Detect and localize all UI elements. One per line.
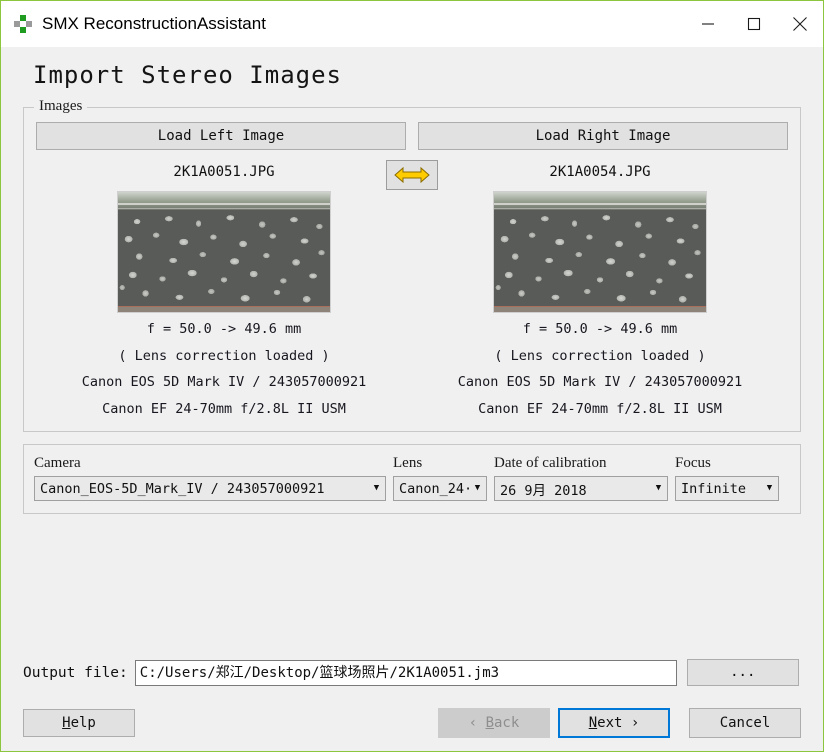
date-field: Date of calibration 26 9月 2018 ▼	[494, 455, 668, 501]
output-file-row: Output file: C:/Users/郑江/Desktop/篮球场照片/2…	[23, 659, 801, 686]
close-icon	[792, 16, 808, 32]
help-button[interactable]: Help	[23, 709, 135, 737]
back-button[interactable]: ‹ Back	[438, 708, 550, 738]
load-right-image-button[interactable]: Load Right Image	[418, 122, 788, 150]
maximize-icon	[747, 17, 761, 31]
right-file-name: 2K1A0054.JPG	[412, 162, 788, 182]
lens-field: Lens Canon_24· ▼	[393, 455, 487, 501]
lens-value: Canon_24·	[399, 481, 469, 497]
chevron-down-icon: ▼	[469, 484, 486, 493]
load-left-image-button[interactable]: Load Left Image	[36, 122, 406, 150]
left-image-pane: 2K1A0051.JPG f = 50.0 -> 49.6 mm ( Lens …	[36, 162, 412, 419]
swap-images-button[interactable]	[386, 160, 438, 190]
date-value: 26 9月 2018	[500, 479, 650, 499]
right-camera-line: Canon EOS 5D Mark IV / 243057000921	[412, 372, 788, 393]
image-panes: 2K1A0051.JPG f = 50.0 -> 49.6 mm ( Lens …	[36, 162, 788, 419]
left-file-name: 2K1A0051.JPG	[36, 162, 412, 182]
back-mnemonic: B	[486, 715, 494, 731]
images-group: Images Load Left Image Load Right Image …	[23, 107, 801, 432]
next-mnemonic: N	[589, 715, 597, 731]
next-suffix: ›	[622, 715, 639, 731]
dialog-footer: Help ‹ Back Next › Cancel	[1, 695, 823, 751]
title-bar: SMX ReconstructionAssistant	[1, 1, 823, 47]
chevron-down-icon: ▼	[761, 484, 778, 493]
date-select[interactable]: 26 9月 2018 ▼	[494, 476, 668, 501]
maximize-button[interactable]	[731, 2, 777, 46]
window-title: SMX ReconstructionAssistant	[42, 14, 266, 34]
camera-select[interactable]: Canon_EOS-5D_Mark_IV / 243057000921 ▼	[34, 476, 386, 501]
calibration-row: Camera Canon_EOS-5D_Mark_IV / 2430570009…	[34, 455, 790, 501]
lens-select[interactable]: Canon_24· ▼	[393, 476, 487, 501]
chevron-down-icon: ▼	[650, 484, 667, 493]
date-label: Date of calibration	[494, 455, 668, 472]
right-lens-line: Canon EF 24-70mm f/2.8L II USM	[412, 399, 788, 420]
lens-label: Lens	[393, 455, 487, 472]
focus-field: Focus Infinite ▼	[675, 455, 779, 501]
focus-select[interactable]: Infinite ▼	[675, 476, 779, 501]
minimize-button[interactable]	[685, 2, 731, 46]
left-image-thumbnail[interactable]	[117, 191, 331, 313]
cancel-button[interactable]: Cancel	[689, 708, 801, 738]
left-lens-line: Canon EF 24-70mm f/2.8L II USM	[36, 399, 412, 420]
left-correction-line: ( Lens correction loaded )	[36, 346, 412, 367]
camera-field: Camera Canon_EOS-5D_Mark_IV / 2430570009…	[34, 455, 386, 501]
camera-value: Canon_EOS-5D_Mark_IV / 243057000921	[40, 481, 368, 497]
right-correction-line: ( Lens correction loaded )	[412, 346, 788, 367]
output-file-label: Output file:	[23, 665, 128, 681]
close-button[interactable]	[777, 2, 823, 46]
left-camera-line: Canon EOS 5D Mark IV / 243057000921	[36, 372, 412, 393]
load-buttons-row: Load Left Image Load Right Image	[36, 122, 788, 150]
back-prefix: ‹	[469, 715, 486, 731]
app-plus-icon	[14, 15, 32, 33]
right-thumbnail-wrap	[412, 191, 788, 313]
right-focal-line: f = 50.0 -> 49.6 mm	[412, 319, 788, 340]
browse-output-button[interactable]: ...	[687, 659, 799, 686]
left-focal-line: f = 50.0 -> 49.6 mm	[36, 319, 412, 340]
minimize-icon	[701, 17, 715, 31]
chevron-down-icon: ▼	[368, 484, 385, 493]
focus-label: Focus	[675, 455, 779, 472]
help-mnemonic: H	[62, 715, 70, 731]
focus-value: Infinite	[681, 481, 761, 497]
next-button[interactable]: Next ›	[558, 708, 670, 738]
images-group-legend: Images	[34, 98, 87, 115]
back-label-rest: ack	[494, 715, 519, 731]
right-image-pane: 2K1A0054.JPG f = 50.0 -> 49.6 mm ( Lens …	[412, 162, 788, 419]
next-label-rest: ext	[597, 715, 622, 731]
swap-images-icon	[394, 166, 430, 184]
left-thumbnail-wrap	[36, 191, 412, 313]
app-window: SMX ReconstructionAssistant Import Stere…	[0, 0, 824, 752]
calibration-group: Camera Canon_EOS-5D_Mark_IV / 2430570009…	[23, 444, 801, 514]
right-image-thumbnail[interactable]	[493, 191, 707, 313]
camera-label: Camera	[34, 455, 386, 472]
help-label-rest: elp	[71, 715, 96, 731]
output-file-input[interactable]: C:/Users/郑江/Desktop/篮球场照片/2K1A0051.jm3	[135, 660, 677, 686]
page-title: Import Stereo Images	[33, 61, 809, 89]
dialog-content: Import Stereo Images Images Load Left Im…	[1, 47, 823, 751]
